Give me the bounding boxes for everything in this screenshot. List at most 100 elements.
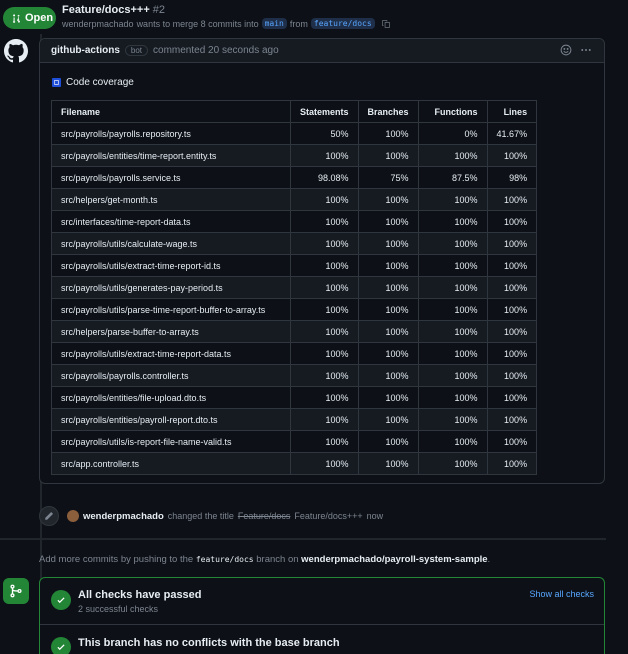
- pr-subtitle: wenderpmachado wants to merge 8 commits …: [62, 18, 391, 29]
- table-row: src/interfaces/time-report-data.ts 100% 10…: [51, 210, 538, 233]
- cell-functions: 100%: [417, 232, 488, 255]
- cell-statements: 100%: [290, 364, 359, 387]
- cell-functions: 100%: [417, 342, 488, 365]
- table-row: src/payrolls/utils/parse-time-report-buf…: [51, 298, 538, 321]
- head-branch[interactable]: feature/docs: [310, 18, 375, 29]
- table-row: src/payrolls/payrolls.controller.ts 100% 1…: [51, 364, 538, 387]
- cell-lines: 100%: [486, 386, 538, 409]
- table-row: src/helpers/parse-buffer-to-array.ts 100%…: [51, 320, 538, 343]
- cell-filename: src/payrolls/entities/time-report.entity…: [51, 144, 291, 167]
- table-row: src/payrolls/utils/extract-time-report-d…: [51, 342, 538, 365]
- cell-statements: 100%: [290, 452, 359, 475]
- comment-author[interactable]: github-actions: [51, 45, 120, 56]
- cell-lines: 100%: [486, 232, 538, 255]
- check-icon: [51, 590, 71, 610]
- table-row: src/payrolls/utils/extract-time-report-i…: [51, 254, 538, 277]
- cell-statements: 100%: [290, 298, 359, 321]
- status-label: Open: [25, 12, 54, 24]
- table-header-row: Filename Statements Branches Functions L…: [51, 100, 538, 123]
- comment-header: github-actions bot commented 20 seconds …: [40, 39, 604, 63]
- cell-filename: src/payrolls/utils/calculate-wage.ts: [51, 232, 291, 255]
- cell-lines: 100%: [486, 342, 538, 365]
- cell-filename: src/interfaces/time-report-data.ts: [51, 210, 291, 233]
- cell-branches: 100%: [357, 386, 419, 409]
- event-text: changed the title: [167, 511, 234, 521]
- cell-filename: src/payrolls/payrolls.controller.ts: [51, 364, 291, 387]
- pr-number: #2: [152, 4, 165, 16]
- cell-statements: 100%: [290, 254, 359, 277]
- cell-filename: src/payrolls/utils/is-report-file-name-v…: [51, 430, 291, 453]
- smiley-icon[interactable]: [560, 44, 572, 56]
- cell-lines: 100%: [486, 188, 538, 211]
- cell-branches: 100%: [357, 430, 419, 453]
- cell-filename: src/payrolls/utils/generates-pay-period.…: [51, 276, 291, 299]
- cell-functions: 100%: [417, 320, 488, 343]
- cell-functions: 100%: [417, 144, 488, 167]
- avatar[interactable]: [67, 510, 79, 522]
- cell-branches: 100%: [357, 254, 419, 277]
- repo-link[interactable]: wenderpmachado/payroll-system-sample: [301, 554, 487, 565]
- col-filename: Filename: [51, 100, 291, 123]
- cell-branches: 75%: [357, 166, 419, 189]
- table-row: src/app.controller.ts 100% 100% 100% 100%: [51, 452, 538, 475]
- copy-icon[interactable]: [381, 19, 391, 29]
- cell-functions: 100%: [417, 386, 488, 409]
- add-more-branch: feature/docs: [195, 555, 254, 564]
- divider: [0, 538, 606, 540]
- coverage-title: Code coverage: [66, 77, 134, 88]
- cell-functions: 87.5%: [417, 166, 488, 189]
- coverage-table: Filename Statements Branches Functions L…: [51, 100, 538, 475]
- cell-branches: 100%: [357, 408, 419, 431]
- bot-badge: bot: [124, 45, 149, 56]
- cell-branches: 100%: [357, 232, 419, 255]
- add-more-text-3: .: [487, 554, 491, 565]
- pull-request-icon: [13, 13, 20, 23]
- checks-panel: All checks have passed 2 successful chec…: [39, 577, 605, 654]
- col-statements: Statements: [290, 100, 359, 123]
- coverage-icon: ▢: [52, 78, 61, 87]
- cell-filename: src/helpers/get-month.ts: [51, 188, 291, 211]
- cell-functions: 100%: [417, 188, 488, 211]
- col-functions: Functions: [417, 100, 488, 123]
- table-row: src/payrolls/utils/calculate-wage.ts 100%…: [51, 232, 538, 255]
- cell-statements: 100%: [290, 210, 359, 233]
- old-title: Feature/docs: [237, 511, 291, 521]
- base-branch[interactable]: main: [261, 18, 287, 29]
- github-actions-avatar[interactable]: [3, 38, 29, 64]
- cell-functions: 100%: [417, 276, 488, 299]
- pr-header: Open Feature/docs+++ #2 wenderpmachado wa…: [0, 0, 628, 34]
- cell-lines: 100%: [486, 430, 538, 453]
- event-time[interactable]: now: [367, 511, 384, 521]
- cell-branches: 100%: [357, 452, 419, 475]
- table-row: src/payrolls/entities/time-report.entity…: [51, 144, 538, 167]
- pencil-icon: [39, 506, 59, 526]
- cell-lines: 100%: [486, 408, 538, 431]
- cell-statements: 100%: [290, 188, 359, 211]
- pr-author-link[interactable]: wenderpmachado: [62, 19, 134, 29]
- cell-branches: 100%: [357, 122, 419, 145]
- cell-branches: 100%: [357, 364, 419, 387]
- check-icon: [51, 637, 71, 654]
- git-merge-icon: [10, 584, 22, 598]
- kebab-menu-icon[interactable]: [580, 44, 592, 56]
- cell-statements: 100%: [290, 430, 359, 453]
- cell-filename: src/payrolls/utils/extract-time-report-i…: [51, 254, 291, 277]
- cell-branches: 100%: [357, 276, 419, 299]
- github-logo-icon: [4, 39, 28, 63]
- table-row: src/helpers/get-month.ts 100% 100% 100% 100%: [51, 188, 538, 211]
- cell-statements: 100%: [290, 232, 359, 255]
- cell-statements: 100%: [290, 386, 359, 409]
- coverage-heading: ▢ Code coverage: [52, 77, 134, 88]
- merge-text: wants to merge 8 commits into: [136, 18, 259, 29]
- show-all-checks-link[interactable]: Show all checks: [529, 589, 594, 599]
- cell-branches: 100%: [357, 320, 419, 343]
- col-branches: Branches: [357, 100, 419, 123]
- add-more-commits-text: Add more commits by pushing to the featu…: [39, 554, 490, 565]
- cell-statements: 98.08%: [290, 166, 359, 189]
- cell-branches: 100%: [357, 188, 419, 211]
- cell-filename: src/payrolls/payrolls.service.ts: [51, 166, 291, 189]
- comment-time[interactable]: commented 20 seconds ago: [153, 45, 279, 56]
- col-lines: Lines: [486, 100, 538, 123]
- event-author[interactable]: wenderpmachado: [83, 511, 164, 522]
- cell-filename: src/app.controller.ts: [51, 452, 291, 475]
